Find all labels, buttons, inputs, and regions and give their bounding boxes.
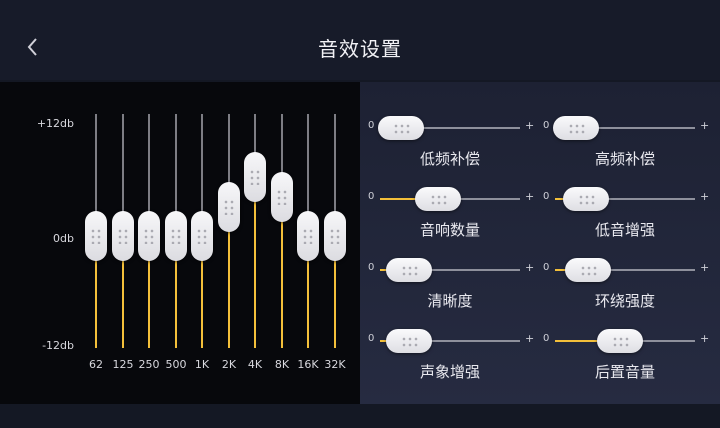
slider-max-label: + [525, 332, 535, 345]
db-max-label: +12db [36, 117, 74, 130]
grip-dots-icon [170, 228, 182, 244]
slider-min-label: 0 [368, 120, 375, 131]
grip-dots-icon [143, 228, 155, 244]
grip-dots-icon [117, 228, 129, 244]
db-mid-label: 0db [53, 232, 74, 245]
grip-dots-icon [579, 265, 598, 277]
effect-label: 声象增强 [419, 363, 480, 381]
grip-dots-icon [430, 194, 449, 206]
grip-dots-icon [196, 228, 208, 244]
effect-slider-knob[interactable] [562, 187, 609, 211]
grip-dots-icon [400, 336, 419, 348]
effects-panel: 0 + 低频补偿 0 + 高频补偿 0 + 音响数量 0 + 低音增强 0 + 清晰度 0 + 环绕强度 0 + 声象增… [360, 82, 720, 404]
slider-min-label: 0 [543, 120, 550, 131]
effect-slider-knob[interactable] [385, 258, 432, 282]
slider-max-label: + [700, 261, 710, 274]
slider-max-label: + [525, 119, 535, 132]
eq-knob-16K[interactable] [297, 211, 319, 261]
eq-knob-2K[interactable] [218, 181, 240, 232]
effect-slider-knob[interactable] [564, 258, 611, 282]
eq-knob-1K[interactable] [191, 211, 213, 261]
slider-max-label: + [700, 332, 710, 345]
page-title: 音效设置 [318, 37, 402, 61]
effect-slider-knob[interactable] [597, 329, 644, 353]
equalizer-panel: +12db 0db -12db 62 125 250 500 1K 2K 4K 8K 16K 32… [0, 82, 360, 404]
eq-knob-4K[interactable] [244, 152, 266, 202]
slider-min-label: 0 [543, 333, 550, 344]
grip-dots-icon [568, 123, 586, 135]
header-bar: 音效设置 [0, 0, 720, 80]
eq-knob-62[interactable] [85, 211, 107, 261]
slider-min-label: 0 [368, 262, 375, 273]
effect-label: 环绕强度 [594, 292, 655, 310]
grip-dots-icon [393, 123, 411, 135]
effect-label: 后置音量 [594, 363, 655, 381]
freq-label-32K: 32K [324, 358, 346, 371]
grip-dots-icon [302, 228, 314, 244]
effect-label: 高频补偿 [594, 150, 655, 168]
slider-max-label: + [525, 261, 535, 274]
effect-slider-knob[interactable] [553, 116, 599, 140]
eq-knob-125[interactable] [112, 211, 134, 261]
eq-knob-32K[interactable] [324, 211, 346, 261]
eq-knob-500[interactable] [165, 211, 187, 261]
slider-max-label: + [525, 190, 535, 203]
grip-dots-icon [276, 188, 288, 205]
slider-min-label: 0 [368, 333, 375, 344]
effect-slider-knob[interactable] [385, 329, 432, 353]
slider-min-label: 0 [543, 191, 550, 202]
effect-slider-knob[interactable] [415, 187, 462, 211]
effect-slider-knob[interactable] [378, 116, 424, 140]
slider-max-label: + [700, 119, 710, 132]
slider-min-label: 0 [368, 191, 375, 202]
db-min-label: -12db [42, 339, 74, 352]
effect-label: 清晰度 [427, 292, 473, 310]
effect-label: 音响数量 [419, 221, 480, 239]
effect-label: 低频补偿 [419, 150, 480, 168]
effect-label: 低音增强 [594, 221, 655, 239]
eq-knob-8K[interactable] [271, 171, 293, 222]
eq-knob-250[interactable] [138, 211, 160, 261]
eq-fill-4K [254, 177, 256, 348]
grip-dots-icon [249, 169, 261, 185]
grip-dots-icon [612, 336, 631, 348]
slider-min-label: 0 [543, 262, 550, 273]
grip-dots-icon [329, 228, 341, 244]
grip-dots-icon [577, 194, 596, 206]
grip-dots-icon [223, 198, 235, 215]
slider-max-label: + [700, 190, 710, 203]
grip-dots-icon [90, 228, 102, 244]
grip-dots-icon [400, 265, 419, 277]
